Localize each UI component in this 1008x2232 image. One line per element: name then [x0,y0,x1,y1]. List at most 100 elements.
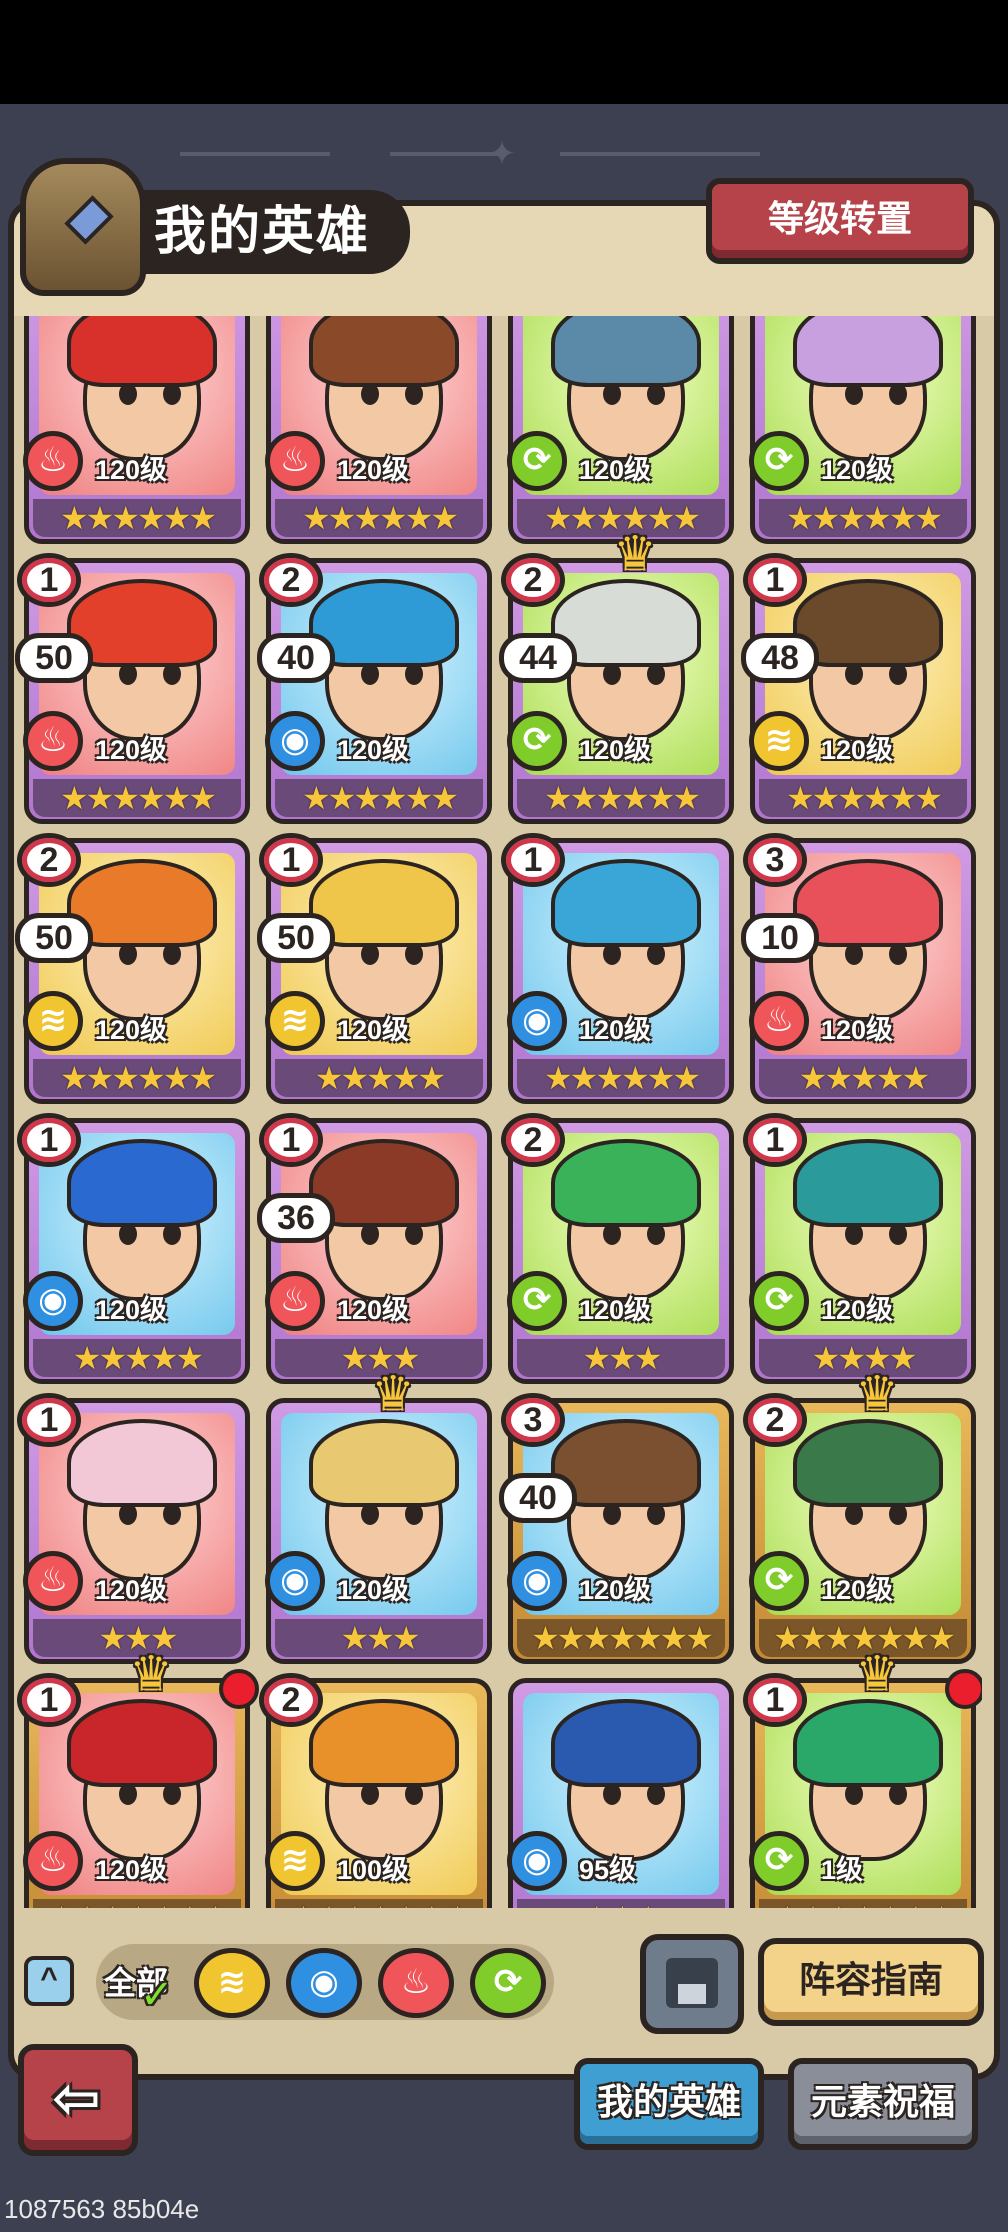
hero-card[interactable]: ≋ 120级 ★★★★★ 1 50 [257,833,492,1104]
hero-eye [889,383,907,405]
fire-element-icon: ♨ [265,1271,325,1331]
lineup-guide-button[interactable]: 阵容指南 [758,1938,984,2026]
filter-water-button[interactable]: ◉ [286,1948,362,2018]
hero-card[interactable]: ⟳ 120级 ★★★★★★ [507,316,734,544]
hero-eye [889,943,907,965]
hero-eye [889,1223,907,1245]
filter-wood-button[interactable]: ⟳ [470,1948,546,2018]
water-element-icon: ◉ [23,1271,83,1331]
hero-eye [405,383,423,405]
hero-card[interactable]: ◉ 120级 ★★★★★★ 1 [501,833,734,1104]
hero-rank-badge: 2 [259,553,323,607]
hero-level: 120级 [337,1295,410,1325]
hero-card[interactable]: ♨ 120级 ★★★★★★ [265,316,492,544]
hero-card[interactable]: ♨ 120级 ★★★★★★ 1 50 [15,553,250,824]
hero-level: 120级 [95,1015,168,1045]
hero-rank-badge: 1 [743,1673,807,1727]
filter-fire-button[interactable]: ♨ [378,1948,454,2018]
hero-level: 120级 [579,1015,652,1045]
tab-my-heroes[interactable]: 我的英雄 [574,2058,764,2150]
back-button[interactable]: ⇦ [18,2044,138,2156]
hero-eye [647,1783,665,1805]
hero-hair [67,1419,217,1507]
water-element-icon: ◉ [507,1831,567,1891]
hero-level: 120级 [579,1575,652,1605]
hero-eye [845,1783,863,1805]
hero-card[interactable]: ◉ 120级 ★★★★★ 1 [17,1113,250,1384]
hero-eye [647,383,665,405]
hero-level: 120级 [95,1295,168,1325]
hero-count-badge: 36 [257,1193,335,1243]
hero-card[interactable]: ≋ 100级 ★★★★★★★ 2 [259,1673,492,1908]
hero-level: 120级 [821,1295,894,1325]
hero-card[interactable]: ♨ 120级 ★★★★★★ [23,316,250,544]
hero-card[interactable]: ◉ 120级 ★★★★★★ 2 40 [257,553,492,824]
hero-star-rating: ★★★★★ [275,1059,483,1097]
hero-grid-viewport[interactable]: ♨ 120级 ★★★★★★ ♨ 120级 ★★★★★★ ⟳ 120级 ★★★★★★ ⟳ 120级 ★★… [14,316,982,1908]
hero-count-badge: 40 [257,633,335,683]
hero-eye [163,1503,181,1525]
hero-card[interactable]: ⟳ 120级 ★★★★ 1 [743,1113,976,1384]
deco-line [560,152,760,156]
hero-eye [163,943,181,965]
hero-card[interactable]: ◉ 120级 ★★★ ♛ [265,1371,492,1664]
hero-hair [793,1699,943,1787]
hero-card[interactable]: ♨ 120级 ★★★ 1 36 [257,1113,492,1384]
hero-card[interactable]: ≋ 120级 ★★★★★★ 1 48 [741,553,976,824]
hero-count-badge: 50 [15,913,93,963]
hero-rank-badge: 2 [743,1393,807,1447]
crown-icon: ♛ [855,1368,899,1421]
tab-element-blessing[interactable]: 元素祝福 [788,2058,978,2150]
hero-level: 120级 [95,735,168,765]
hero-card[interactable]: ♨ 120级 ★★★★★★★ 1 ♛ [17,1651,259,1908]
hero-card[interactable]: ♨ 120级 ★★★★★ 3 10 [741,833,976,1104]
red-dot-icon [219,1669,259,1709]
collapse-filter-button[interactable]: ^ [24,1956,74,2006]
water-element-icon: ◉ [507,1551,567,1611]
hero-rank-badge: 1 [17,1393,81,1447]
wood-element-icon: ⟳ [749,1831,809,1891]
water-element-icon: ◉ [507,991,567,1051]
hero-eye [845,943,863,965]
earth-element-icon: ≋ [265,991,325,1051]
hero-card[interactable]: ⟳ 120级 ★★★★★★ 2 44 ♛ [499,531,734,824]
hero-card[interactable]: ♨ 120级 ★★★ 1 [17,1393,250,1664]
crown-icon: ♛ [129,1648,173,1701]
hero-eye [647,1223,665,1245]
hero-eye [163,1783,181,1805]
hero-eye [119,663,137,685]
fire-element-icon: ♨ [23,431,83,491]
hero-level: 120级 [821,1015,894,1045]
hero-star-rating: ★★★★★★ [517,1059,725,1097]
level-reset-button[interactable]: 等级转置 [706,178,974,264]
hero-eye [647,663,665,685]
hero-level: 120级 [337,1015,410,1045]
crown-icon: ♛ [613,528,657,581]
wood-element-icon: ⟳ [749,431,809,491]
hero-rank-badge: 1 [17,553,81,607]
hero-hair [793,316,943,387]
hero-card[interactable]: ⟳ 1级 ★★★★★★★ 1 ♛ [743,1651,982,1908]
hero-eye [603,943,621,965]
hero-eye [889,1783,907,1805]
hero-eye [361,1783,379,1805]
wood-element-icon: ⟳ [749,1551,809,1611]
filter-earth-button[interactable]: ≋ [194,1948,270,2018]
hero-rank-badge: 2 [17,833,81,887]
hero-card[interactable]: ◉ 95级 ★★★ [507,1678,734,1908]
hero-level: 1级 [821,1855,864,1885]
hero-card[interactable]: ≋ 120级 ★★★★★★ 2 50 [15,833,250,1104]
hero-rank-badge: 1 [743,1113,807,1167]
page-title: 我的英雄 [128,190,410,274]
hero-eye [845,383,863,405]
hero-eye [119,943,137,965]
hero-card[interactable]: ◉ 120级 ★★★★★★★ 3 40 [499,1393,734,1664]
hero-card[interactable]: ⟳ 120级 ★★★★★★ [749,316,976,544]
hero-eye [119,1223,137,1245]
hero-eye [603,1223,621,1245]
hero-card[interactable]: ⟳ 120级 ★★★ 2 [501,1113,734,1384]
hero-eye [405,1503,423,1525]
hero-card[interactable]: ⟳ 120级 ★★★★★★★ 2 ♛ [743,1371,976,1664]
hero-level: 120级 [579,455,652,485]
save-lineup-button[interactable] [640,1934,744,2034]
